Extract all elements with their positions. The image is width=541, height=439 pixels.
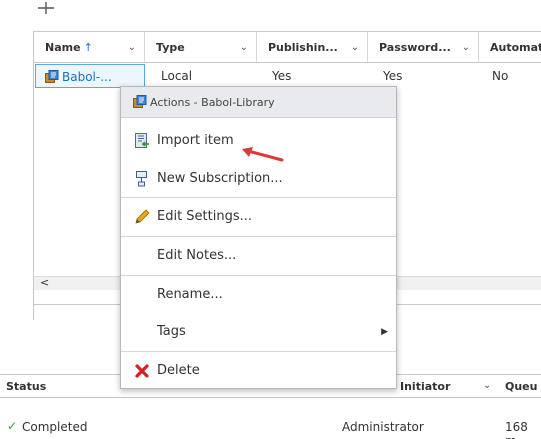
chevron-down-icon[interactable]: ⌄ [240,32,248,63]
column-header-password[interactable]: Password... ⌄ [368,32,479,63]
task-status: Completed [22,420,88,434]
grid-header: Name ↑ ⌄ Type ⌄ Publishin... ⌄ Password..… [34,32,541,63]
menu-item-new-subscription[interactable]: New Subscription... [121,162,396,196]
menu-divider [121,236,396,237]
menu-divider [121,275,396,276]
task-row[interactable]: ✓ Completed Administrator 168 m [0,418,541,439]
context-menu-title-text: Actions - Babol-Library [150,96,275,109]
menu-divider [121,351,396,352]
subscription-icon [136,171,147,187]
menu-divider [121,197,396,198]
pencil-icon [135,209,150,224]
publishing-cell: Yes [272,69,292,83]
scroll-left-icon[interactable]: < [40,276,49,289]
column-header-automatic[interactable]: Automati [479,32,541,63]
chevron-down-icon[interactable]: ⌄ [128,32,136,63]
menu-item-label: Rename... [157,287,223,302]
column-label: Password... [379,41,451,54]
menu-item-edit-notes[interactable]: Edit Notes... [121,239,396,273]
menu-item-label: Delete [157,363,200,378]
screen: Name ↑ ⌄ Type ⌄ Publishin... ⌄ Password..… [0,0,541,439]
menu-item-label: Edit Notes... [157,248,237,263]
menu-item-rename[interactable]: Rename... [121,278,396,312]
library-name-cell[interactable]: Babol-... [35,64,145,88]
annotation-arrow-icon [242,147,284,162]
menu-item-label: Import item [157,133,234,148]
column-header-status[interactable]: Status [6,380,46,393]
library-name[interactable]: Babol-... [62,70,112,84]
column-header-initiator[interactable]: Initiator [400,380,450,393]
password-cell: Yes [383,69,403,83]
menu-item-tags[interactable]: Tags ▶ [121,315,396,349]
column-header-queued[interactable]: Queu [505,380,537,393]
chevron-down-icon[interactable]: ⌄ [483,380,491,391]
menu-item-label: New Subscription... [157,171,283,186]
menu-item-label: Tags [157,324,186,339]
column-label: Automati [490,41,541,54]
column-label: Publishin... [268,41,338,54]
sort-ascending-icon[interactable]: ↑ [84,41,93,54]
task-queued: 168 m [505,420,528,439]
plus-icon[interactable] [37,2,55,14]
task-initiator: Administrator [342,420,424,434]
context-menu: Actions - Babol-Library Import item New … [120,86,397,389]
automatic-cell: No [492,69,509,83]
column-label: Type [156,41,185,54]
type-cell: Local [161,69,193,83]
library-icon [133,95,147,108]
table-row[interactable]: Babol-... Local Yes Yes No [34,64,541,88]
menu-item-edit-settings[interactable]: Edit Settings... [121,200,396,234]
context-menu-title: Actions - Babol-Library [121,87,396,118]
column-header-type[interactable]: Type ⌄ [145,32,257,63]
menu-item-delete[interactable]: Delete [121,354,396,388]
column-label: Name [45,41,81,54]
delete-icon [135,364,149,378]
menu-item-label: Edit Settings... [157,209,253,224]
column-header-name[interactable]: Name ↑ ⌄ [34,32,145,63]
column-header-publishing[interactable]: Publishin... ⌄ [257,32,368,63]
chevron-down-icon[interactable]: ⌄ [462,32,470,63]
check-icon: ✓ [7,419,18,433]
chevron-down-icon[interactable]: ⌄ [351,32,359,63]
import-item-icon [135,133,149,148]
submenu-arrow-icon: ▶ [381,327,388,337]
library-icon [45,70,59,83]
